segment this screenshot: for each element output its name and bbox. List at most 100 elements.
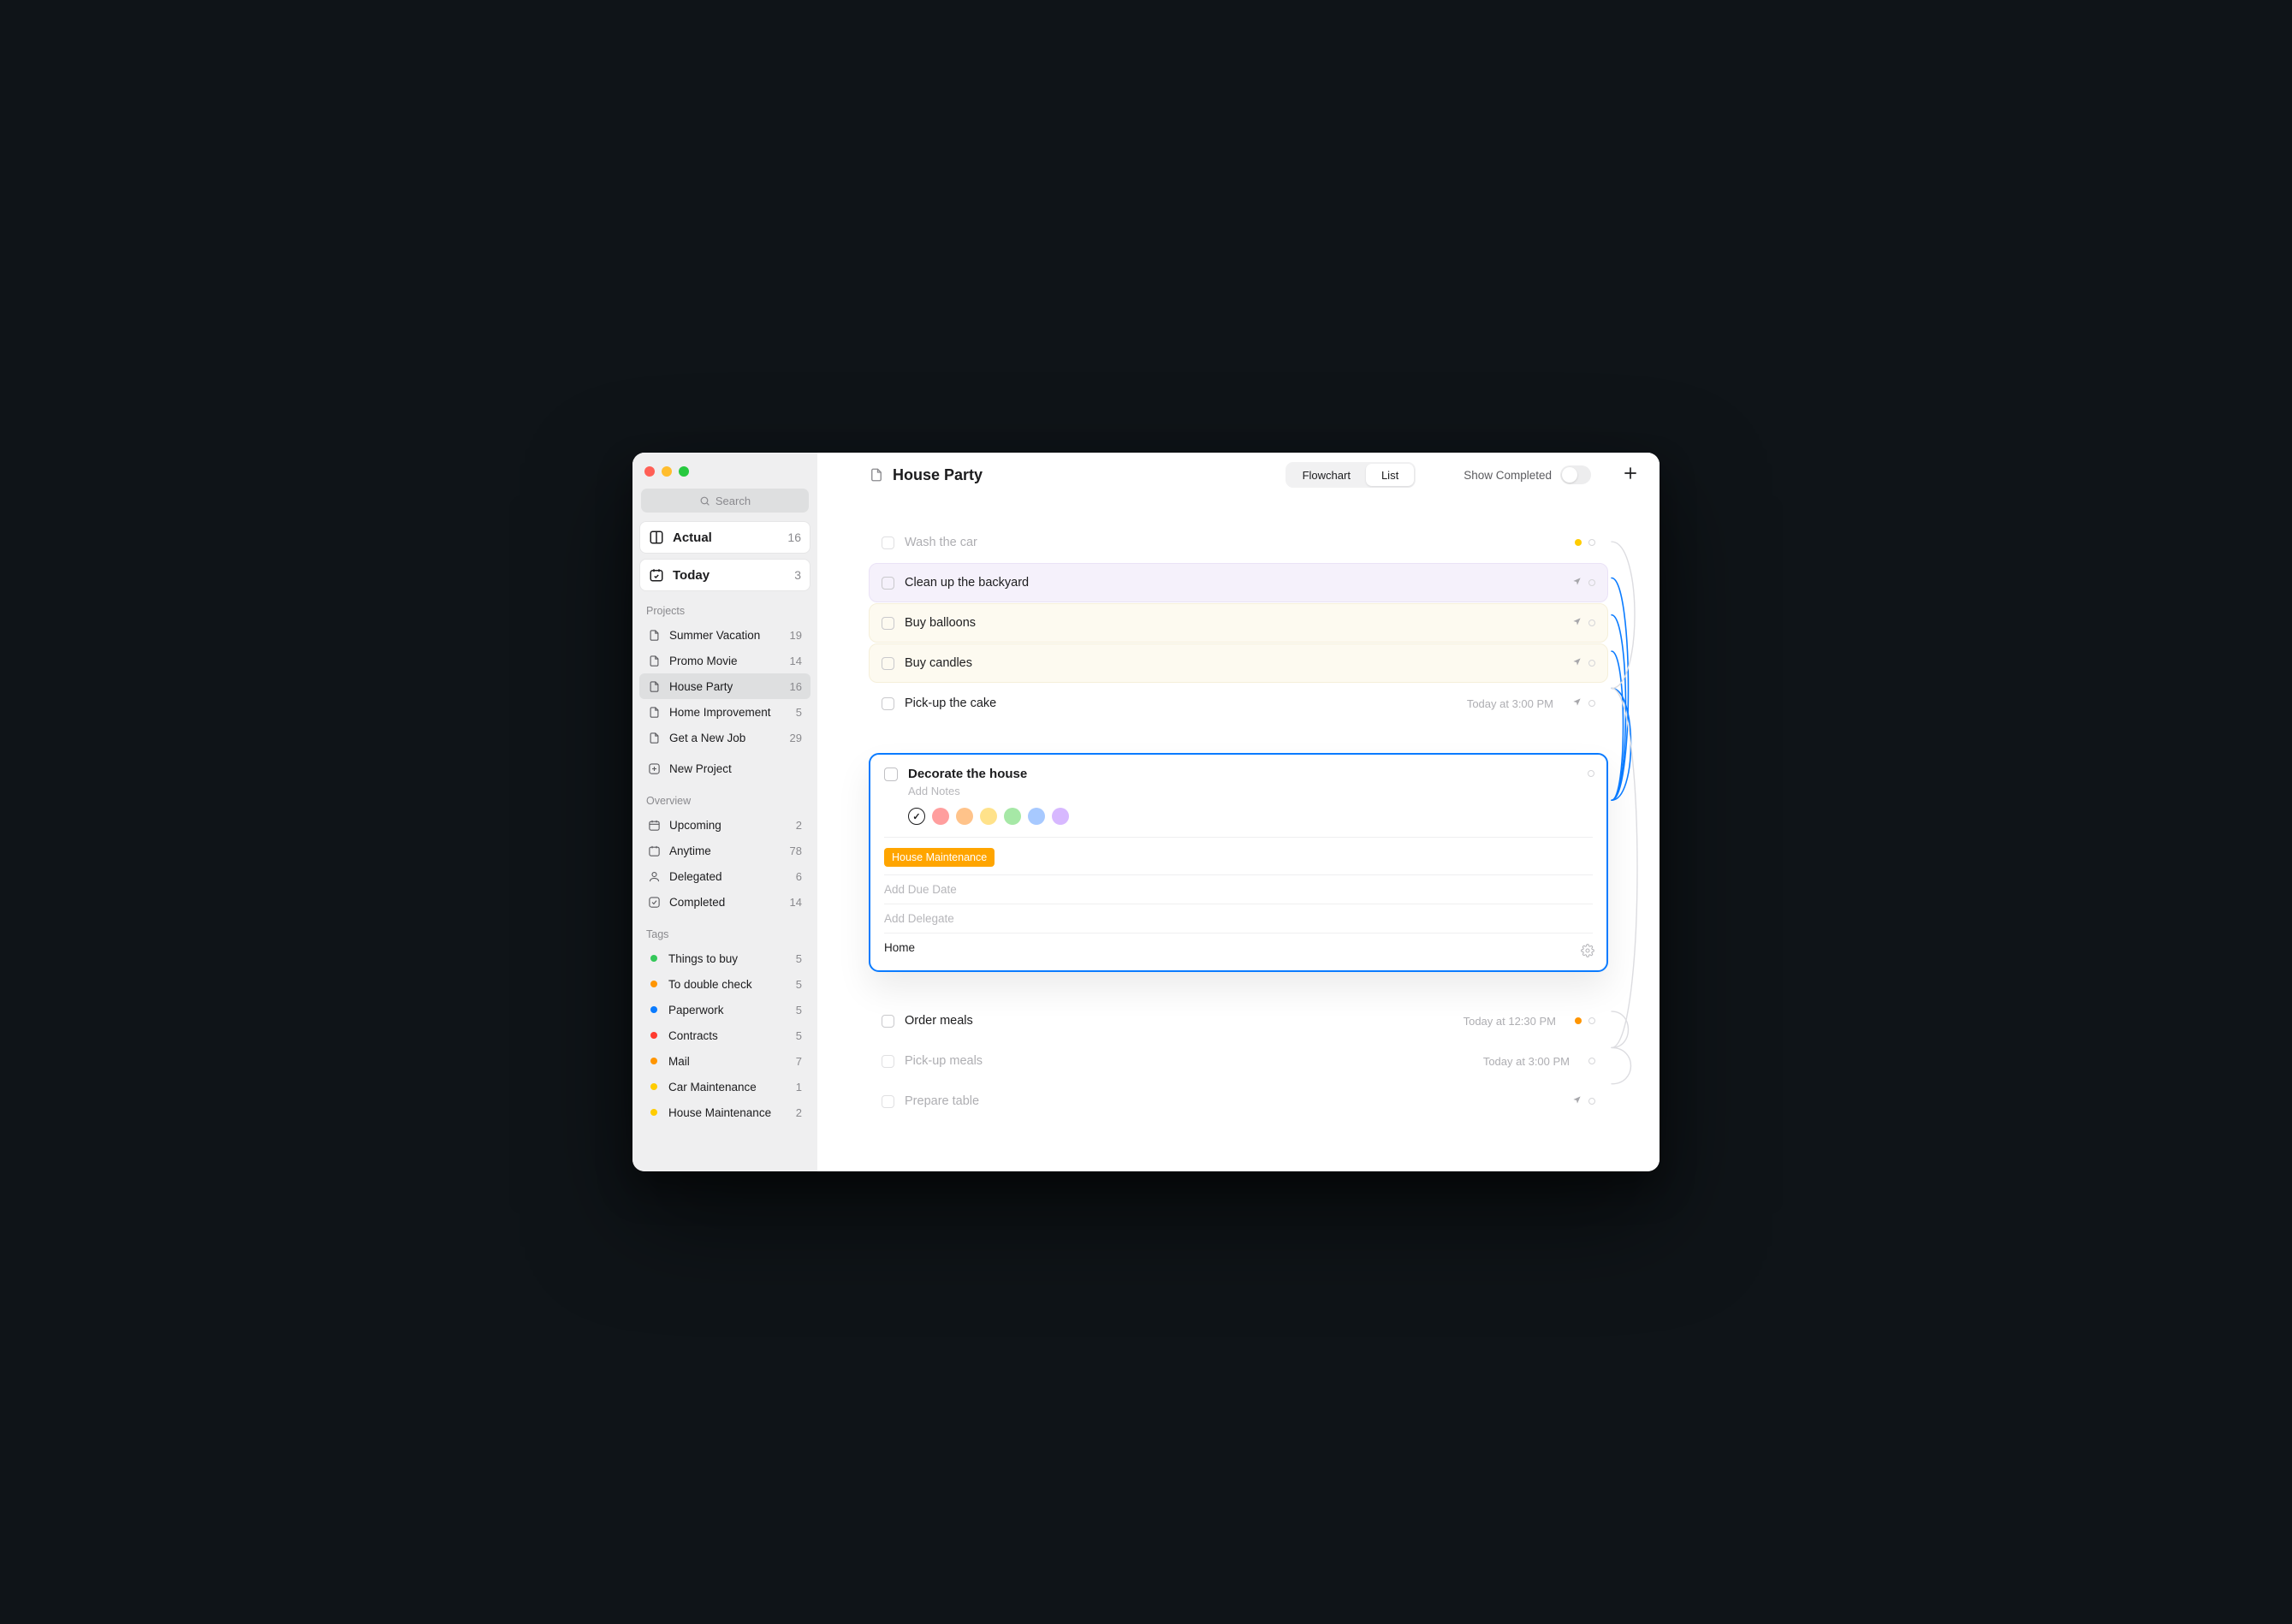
tag-color-dot [650, 955, 657, 962]
tag-car-maintenance[interactable]: Car Maintenance1 [639, 1074, 811, 1099]
minimize-window-button[interactable] [662, 466, 672, 477]
calendar-check-icon [649, 567, 664, 583]
outgoing-connector[interactable] [1588, 770, 1594, 777]
segment-list[interactable]: List [1366, 464, 1414, 486]
project-count: 16 [790, 680, 802, 693]
task-row[interactable]: Pick-up meals Today at 3:00 PM [869, 1041, 1608, 1081]
overview-upcoming[interactable]: Upcoming 2 [639, 812, 811, 838]
editor-notes-input[interactable]: Add Notes [908, 785, 1593, 797]
editor-location-field[interactable]: Home [884, 933, 1593, 962]
sidebar-actual-label: Actual [673, 530, 712, 545]
search-input[interactable]: Search [641, 489, 809, 513]
outgoing-connector[interactable] [1588, 700, 1595, 707]
task-row[interactable]: Buy balloons [869, 603, 1608, 643]
tag-house-maintenance[interactable]: House Maintenance2 [639, 1099, 811, 1125]
check-square-icon [648, 896, 661, 909]
project-home-improvement[interactable]: Home Improvement 5 [639, 699, 811, 725]
arrow-icon [1572, 696, 1582, 711]
task-checkbox[interactable] [882, 536, 894, 549]
task-label: Clean up the backyard [905, 576, 1029, 590]
swatch-orange[interactable] [956, 808, 973, 825]
project-get-a-new-job[interactable]: Get a New Job 29 [639, 725, 811, 750]
tag-label: To double check [668, 978, 752, 991]
swatch-yellow[interactable] [980, 808, 997, 825]
tag-things-to-buy[interactable]: Things to buy5 [639, 945, 811, 971]
overview-anytime[interactable]: Anytime 78 [639, 838, 811, 863]
sidebar-today[interactable]: Today 3 [639, 559, 811, 591]
outgoing-connector[interactable] [1588, 1017, 1595, 1024]
task-label: Buy balloons [905, 616, 976, 630]
project-summer-vacation[interactable]: Summer Vacation 19 [639, 622, 811, 648]
tag-count: 5 [796, 952, 802, 965]
maximize-window-button[interactable] [679, 466, 689, 477]
task-row[interactable]: Prepare table [869, 1082, 1608, 1121]
tag-color-dot [650, 1006, 657, 1013]
task-label: Pick-up meals [905, 1054, 983, 1068]
swatch-purple[interactable] [1052, 808, 1069, 825]
task-checkbox[interactable] [882, 657, 894, 670]
swatch-none[interactable] [908, 808, 925, 825]
outgoing-connector[interactable] [1588, 619, 1595, 626]
show-completed-toggle[interactable]: Show Completed [1464, 465, 1591, 484]
swatch-blue[interactable] [1028, 808, 1045, 825]
outgoing-connector[interactable] [1588, 539, 1595, 546]
calendar-blank-icon [648, 845, 661, 857]
overview-delegated[interactable]: Delegated 6 [639, 863, 811, 889]
task-row[interactable]: Order meals Today at 12:30 PM [869, 1001, 1608, 1040]
task-checkbox[interactable] [882, 1015, 894, 1028]
overview-label: Anytime [669, 845, 711, 857]
task-label: Prepare table [905, 1094, 979, 1108]
project-label: House Party [669, 680, 733, 693]
window-controls [639, 463, 811, 489]
overview-completed[interactable]: Completed 14 [639, 889, 811, 915]
outgoing-connector[interactable] [1588, 1098, 1595, 1105]
project-label: Promo Movie [669, 655, 738, 667]
close-window-button[interactable] [644, 466, 655, 477]
tags-header: Tags [639, 927, 811, 945]
segment-label: List [1381, 469, 1398, 482]
task-row[interactable]: Clean up the backyard [869, 563, 1608, 602]
editor-tags-field[interactable]: House Maintenance [884, 837, 1593, 874]
project-house-party[interactable]: House Party 16 [639, 673, 811, 699]
task-checkbox[interactable] [884, 768, 898, 781]
show-completed-label: Show Completed [1464, 469, 1552, 482]
project-label: Get a New Job [669, 732, 745, 744]
segment-flowchart[interactable]: Flowchart [1287, 464, 1366, 486]
user-icon [648, 870, 661, 883]
tag-chip[interactable]: House Maintenance [884, 848, 995, 867]
editor-due-field[interactable]: Add Due Date [884, 874, 1593, 904]
outgoing-connector[interactable] [1588, 579, 1595, 586]
gear-icon [1581, 944, 1594, 957]
editor-settings-button[interactable] [1581, 944, 1594, 962]
project-promo-movie[interactable]: Promo Movie 14 [639, 648, 811, 673]
tag-paperwork[interactable]: Paperwork5 [639, 997, 811, 1022]
swatch-red[interactable] [932, 808, 949, 825]
overview-count: 14 [790, 896, 802, 909]
task-label: Wash the car [905, 536, 977, 549]
task-checkbox[interactable] [882, 1095, 894, 1108]
color-swatches [908, 808, 1593, 825]
sidebar-actual[interactable]: Actual 16 [639, 521, 811, 554]
task-checkbox[interactable] [882, 577, 894, 590]
outgoing-connector[interactable] [1588, 660, 1595, 667]
swatch-green[interactable] [1004, 808, 1021, 825]
outgoing-connector[interactable] [1588, 1058, 1595, 1064]
editor-delegate-field[interactable]: Add Delegate [884, 904, 1593, 933]
task-row[interactable]: Pick-up the cake Today at 3:00 PM [869, 684, 1608, 723]
projects-header: Projects [639, 603, 811, 622]
add-task-button[interactable] [1622, 465, 1639, 486]
new-project-button[interactable]: New Project [639, 756, 811, 781]
task-checkbox[interactable] [882, 697, 894, 710]
overview-label: Delegated [669, 870, 722, 883]
task-checkbox[interactable] [882, 1055, 894, 1068]
task-checkbox[interactable] [882, 617, 894, 630]
toggle-switch[interactable] [1560, 465, 1591, 484]
tag-to-double-check[interactable]: To double check5 [639, 971, 811, 997]
editor-title[interactable]: Decorate the house [908, 767, 1027, 781]
task-row[interactable]: Wash the car [869, 523, 1608, 562]
tag-contracts[interactable]: Contracts5 [639, 1022, 811, 1048]
topbar: House Party Flowchart List Show Complete… [817, 453, 1660, 497]
task-row[interactable]: Buy candles [869, 643, 1608, 683]
tag-mail[interactable]: Mail7 [639, 1048, 811, 1074]
file-icon [648, 680, 661, 693]
